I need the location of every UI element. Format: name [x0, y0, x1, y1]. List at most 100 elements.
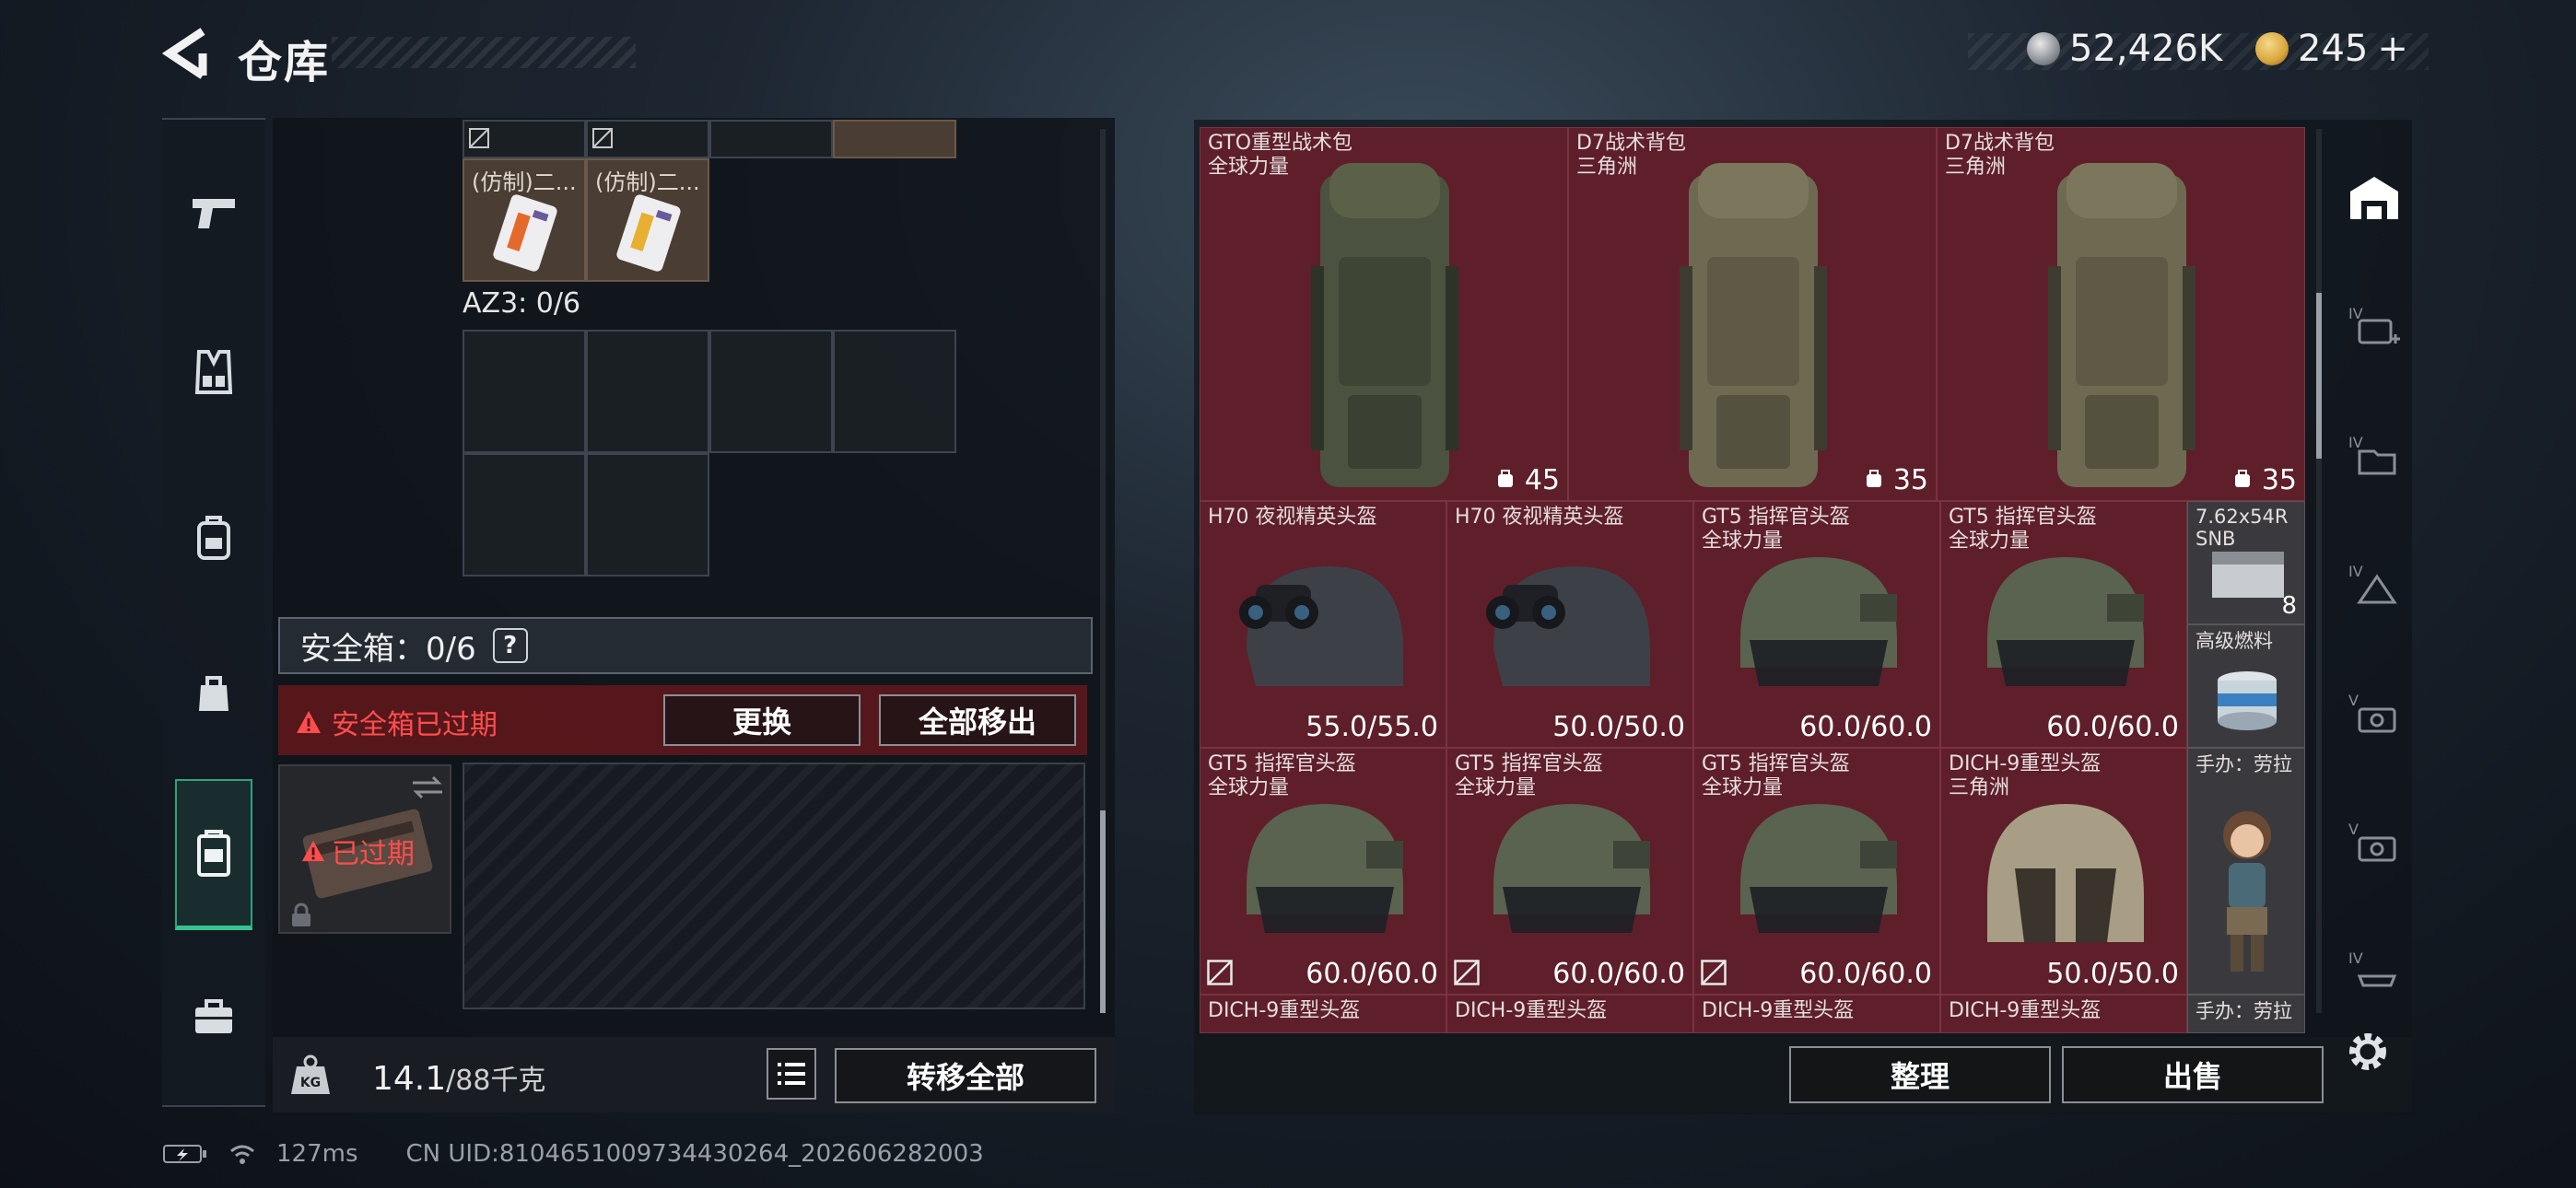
case-slot-top-3[interactable] — [709, 120, 833, 158]
sidebar-item-toolbox[interactable] — [162, 961, 265, 1072]
stash-item-helmet[interactable]: DICH-9重型头盔 — [1200, 995, 1446, 1033]
replace-button[interactable]: 更换 — [663, 694, 861, 746]
tier-icon: IV — [2348, 949, 2397, 987]
weight-readout: 14.1/88千克 — [372, 1057, 545, 1098]
sidebar-item-chest-rig[interactable] — [162, 317, 265, 427]
safebox-grid-locked — [463, 763, 1085, 1009]
sort-button[interactable]: 整理 — [1789, 1046, 2051, 1103]
toolbox-icon — [195, 999, 232, 1033]
no-trade-icon — [592, 128, 613, 148]
stash-item-backpack[interactable]: D7战术背包 三角洲 35 — [1568, 127, 1937, 501]
help-icon[interactable]: ? — [492, 628, 528, 663]
stash-item-ammo[interactable]: 7.62x54R SNB 8 — [2187, 501, 2305, 624]
imitation-card-icon — [616, 194, 681, 272]
silver-currency: 52,426K — [2027, 28, 2222, 70]
item-durability: 50.0/50.0 — [1552, 711, 1685, 743]
user-uid: CN UID:8104651009734430264_202606282003 — [405, 1140, 984, 1168]
night-vision-helmet-art — [1486, 566, 1650, 686]
settings-button[interactable] — [2340, 1024, 2395, 1079]
transfer-all-button[interactable]: 转移全部 — [835, 1048, 1096, 1103]
item-count: 8 — [2281, 592, 2297, 620]
sidebar-item-weapons[interactable] — [162, 157, 265, 267]
no-trade-icon — [469, 128, 489, 148]
fuel-can-art — [2218, 671, 2277, 730]
stash-item-figure[interactable]: 手办：劳拉 — [2187, 748, 2305, 995]
stash-tab-4[interactable]: V — [2335, 663, 2414, 764]
no-trade-icon — [1701, 960, 1727, 985]
item-capacity: 35 — [2232, 464, 2297, 496]
case-item-2[interactable]: (仿制)二... — [586, 158, 709, 282]
gold-currency[interactable]: 245 + — [2255, 28, 2408, 70]
stash-item-helmet[interactable]: GT5 指挥官头盔 全球力量 60.0/60.0 — [1693, 748, 1940, 995]
heavy-helmet-art — [1987, 804, 2144, 942]
commander-helmet-art — [1740, 804, 1897, 933]
stash-item-figure[interactable]: 手办：劳拉 — [2187, 995, 2305, 1033]
stash-item-fuel[interactable]: 高级燃料 — [2187, 624, 2305, 748]
tier-icon: V — [2348, 692, 2396, 733]
case-item-1[interactable]: (仿制)二... — [463, 158, 586, 282]
stash-tab-warehouse[interactable] — [2335, 147, 2414, 249]
stash-item-helmet[interactable]: GT5 指挥官头盔 全球力量 60.0/60.0 — [1446, 748, 1693, 995]
svg-text:V: V — [2348, 821, 2359, 838]
commander-helmet-art — [1987, 557, 2144, 686]
category-sidebar — [162, 118, 265, 1107]
back-button[interactable] — [161, 26, 221, 81]
svg-text:IV: IV — [2348, 434, 2363, 451]
sidebar-item-safebox[interactable] — [175, 779, 252, 930]
az3-slot[interactable] — [709, 330, 833, 453]
az3-slot[interactable] — [833, 330, 956, 453]
stash-item-helmet[interactable]: H70 夜视精英头盔 50.0/50.0 — [1446, 501, 1693, 748]
pistol-icon — [193, 199, 235, 228]
az3-slot[interactable] — [463, 330, 586, 453]
svg-text:V: V — [2348, 692, 2359, 709]
case-slot-top-4[interactable] — [833, 120, 956, 158]
case-expired-label: 已过期 — [300, 831, 415, 871]
status-bar: 127ms CN UID:8104651009734430264_2026062… — [162, 1140, 984, 1168]
az3-slot[interactable] — [586, 453, 709, 577]
silver-coin-icon — [2027, 32, 2060, 65]
pouch-icon — [199, 676, 228, 711]
warning-icon — [301, 840, 325, 862]
backpack-art — [1311, 163, 1458, 487]
sidebar-item-backpack[interactable] — [162, 483, 265, 593]
stash-item-helmet[interactable]: DICH-9重型头盔 — [1446, 995, 1693, 1033]
stash-item-helmet[interactable]: DICH-9重型头盔 — [1940, 995, 2187, 1033]
svg-text:IV: IV — [2348, 949, 2363, 967]
stash-item-helmet[interactable]: DICH-9重型头盔 三角洲 50.0/50.0 — [1940, 748, 2187, 995]
list-view-button[interactable] — [767, 1048, 816, 1100]
stash-item-backpack[interactable]: GTO重型战术包 全球力量 45 — [1200, 127, 1568, 501]
stash-scrollbar[interactable] — [2316, 129, 2322, 1013]
safebox-icon — [197, 829, 230, 877]
backpack-icon — [197, 516, 230, 560]
az3-slot[interactable] — [586, 330, 709, 453]
stash-tab-1[interactable]: IV — [2335, 276, 2414, 378]
stash-item-backpack[interactable]: D7战术背包 三角洲 35 — [1937, 127, 2305, 501]
stash-item-helmet[interactable]: GT5 指挥官头盔 全球力量 60.0/60.0 — [1693, 501, 1940, 748]
stash-item-helmet[interactable]: H70 夜视精英头盔 55.0/55.0 — [1200, 501, 1446, 748]
item-durability: 60.0/60.0 — [1799, 958, 1932, 990]
swap-icon[interactable] — [409, 774, 446, 801]
title-decoration — [332, 37, 636, 68]
item-name: DICH-9重型头盔 — [1702, 999, 1855, 1022]
remove-all-button[interactable]: 全部移出 — [879, 694, 1076, 746]
stash-tab-5[interactable]: V — [2335, 792, 2414, 893]
item-durability: 60.0/60.0 — [2046, 711, 2179, 743]
stash-tab-3[interactable]: IV — [2335, 534, 2414, 635]
no-trade-icon — [1207, 960, 1233, 985]
az3-slot[interactable] — [463, 453, 586, 577]
stash-item-helmet[interactable]: DICH-9重型头盔 — [1693, 995, 1940, 1033]
night-vision-helmet-art — [1239, 566, 1403, 686]
stash-scrollbar-thumb[interactable] — [2316, 293, 2322, 459]
sidebar-item-pouch[interactable] — [162, 637, 265, 748]
sell-button[interactable]: 出售 — [2062, 1046, 2324, 1103]
no-trade-icon — [1454, 960, 1480, 985]
safebox-header: 安全箱：0/6 ? — [278, 617, 1093, 674]
item-name: 高级燃料 — [2195, 630, 2273, 652]
left-scrollbar-thumb[interactable] — [1100, 810, 1106, 1013]
gold-add-icon[interactable]: + — [2377, 28, 2408, 70]
stash-item-helmet[interactable]: GT5 指挥官头盔 全球力量 60.0/60.0 — [1940, 501, 2187, 748]
stash-item-helmet[interactable]: GT5 指挥官头盔 全球力量 60.0/60.0 — [1200, 748, 1446, 995]
gold-amount: 245 — [2298, 28, 2369, 70]
stash-tab-2[interactable]: IV — [2335, 405, 2414, 507]
stash-tab-6[interactable]: IV — [2335, 921, 2414, 1022]
